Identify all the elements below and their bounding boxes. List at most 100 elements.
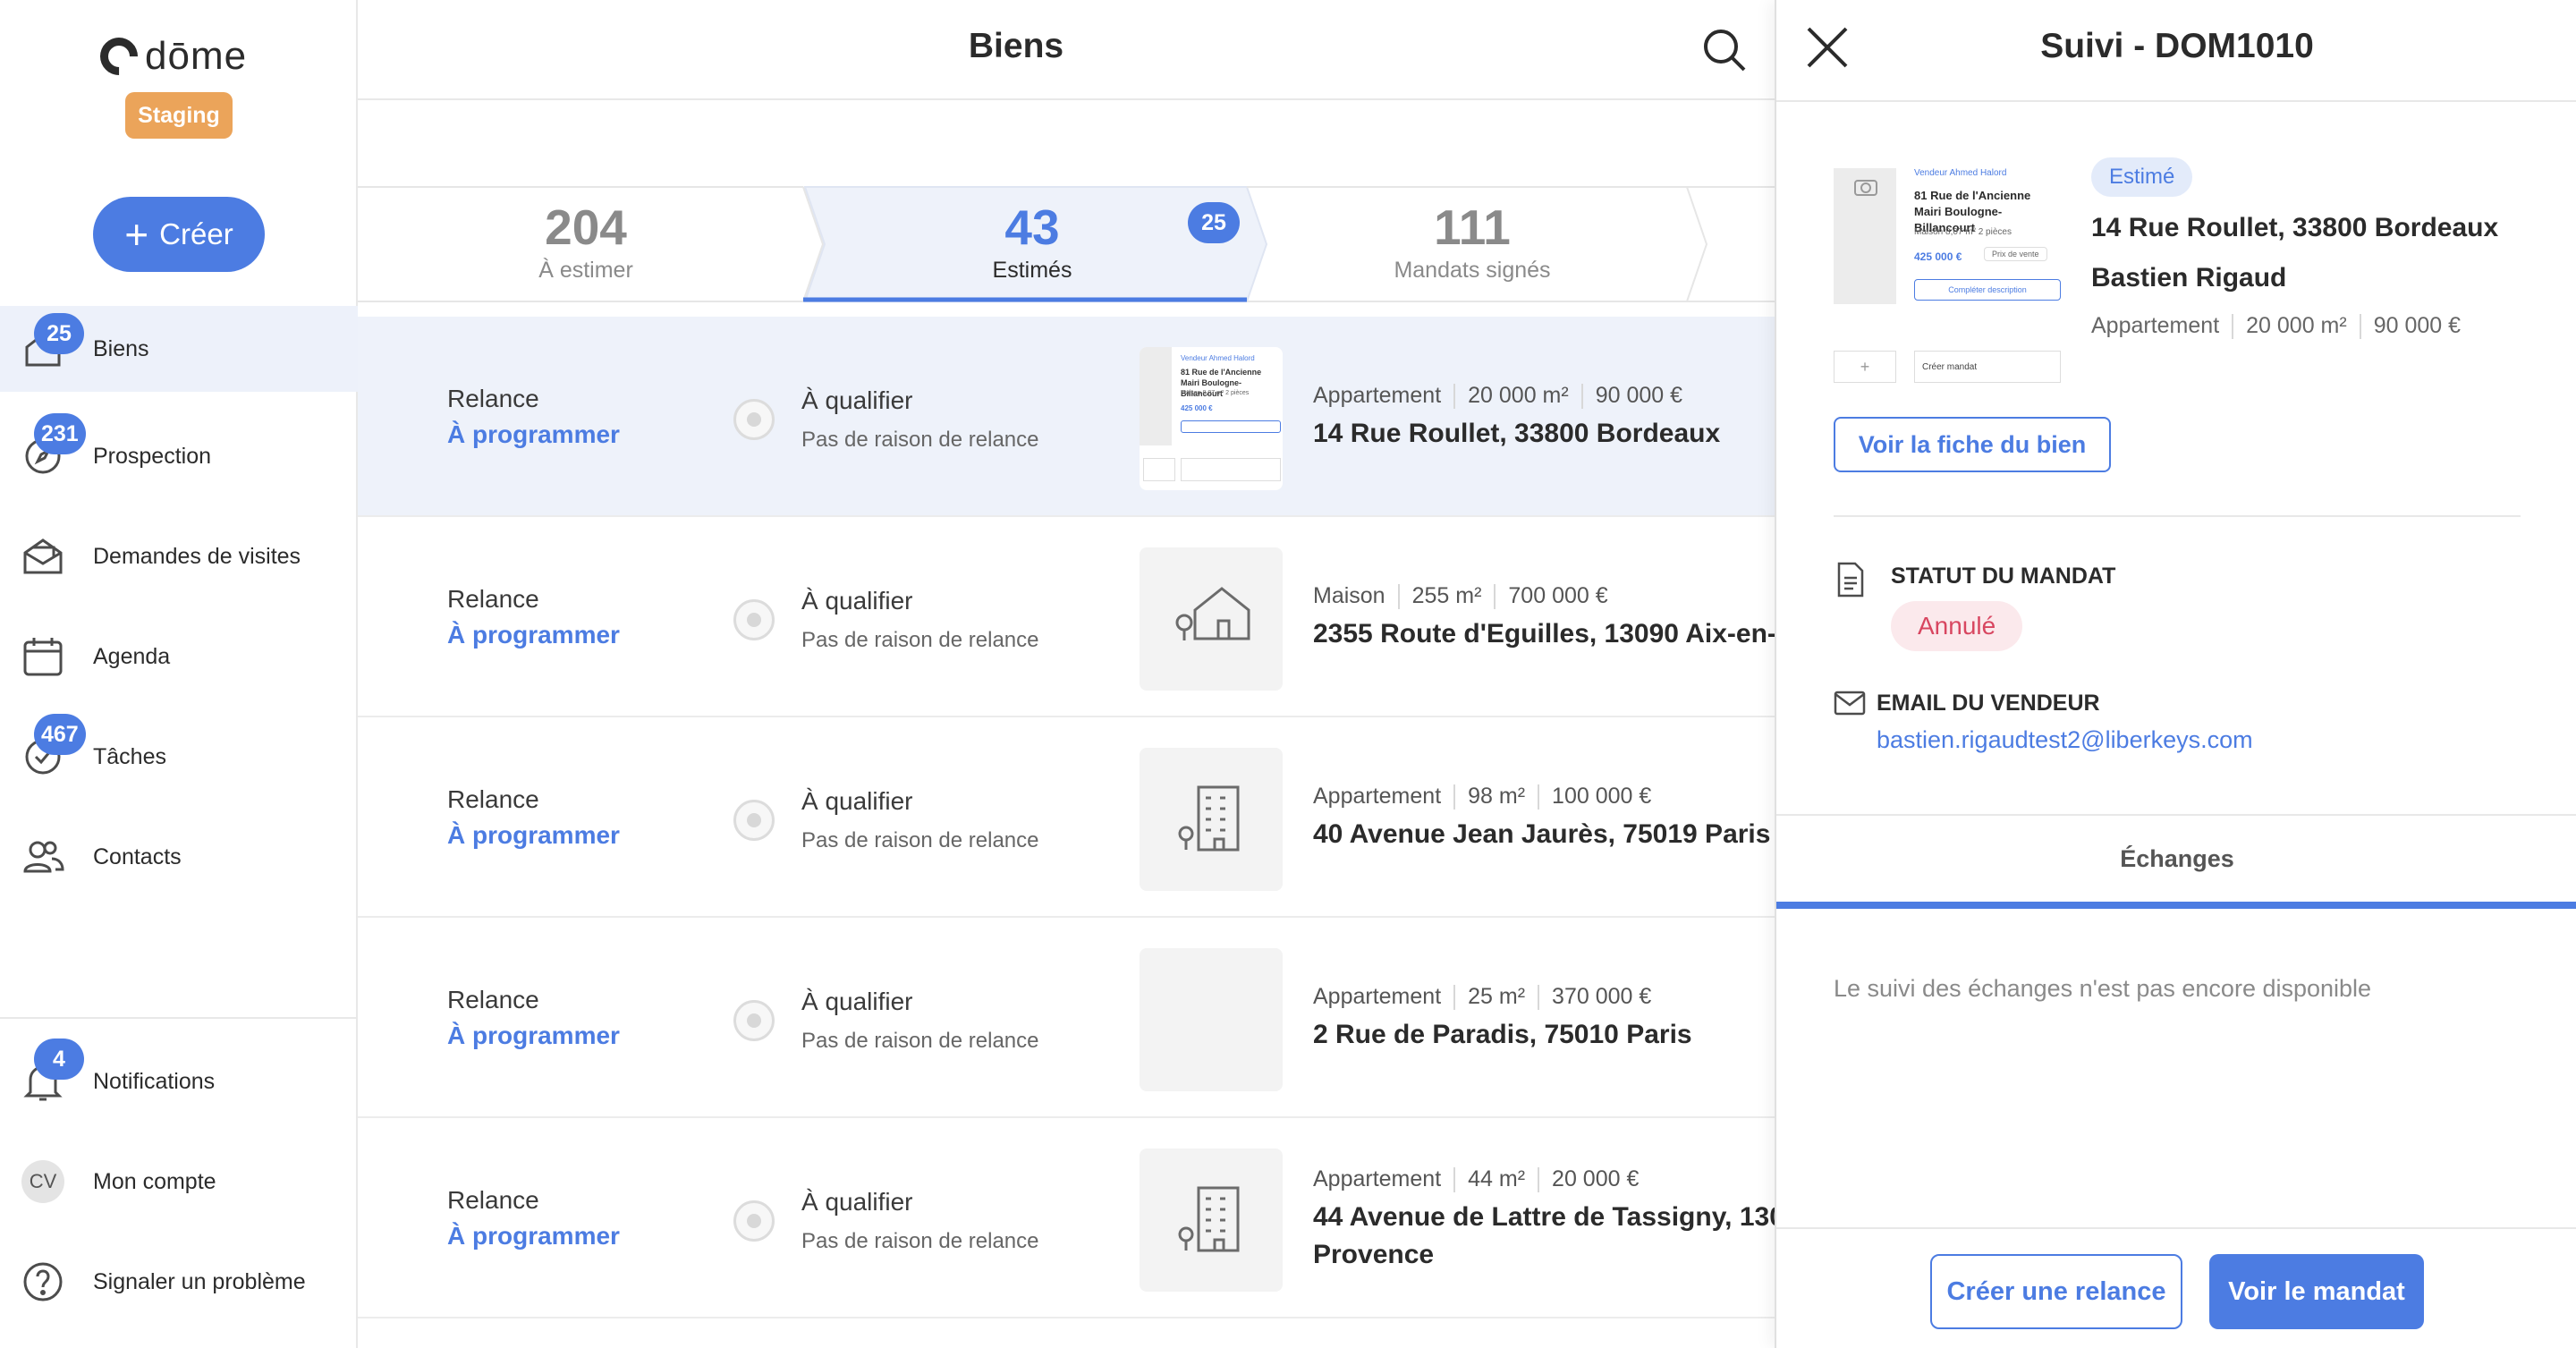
- tab-count: 111: [1434, 199, 1511, 255]
- tab-estimes[interactable]: 43 Estimés: [805, 186, 1259, 302]
- meta-divider: [1453, 784, 1456, 810]
- tab-badge: 25: [1188, 202, 1240, 243]
- meta-divider: [1453, 1167, 1456, 1193]
- property-thumbnail[interactable]: [1140, 748, 1283, 891]
- property-meta: Appartement 20 000 m² 90 000 €: [2091, 313, 2462, 340]
- qualify-label: À qualifier: [801, 787, 913, 815]
- mini-add-box: [1143, 458, 1175, 481]
- relance-link[interactable]: À programmer: [447, 621, 620, 649]
- qualify-label: À qualifier: [801, 587, 913, 615]
- qualify-radio[interactable]: [733, 1200, 775, 1242]
- list-item[interactable]: Relance À programmer À qualifier Pas de …: [358, 717, 1775, 918]
- list-item[interactable]: Relance À programmer À qualifier Pas de …: [358, 918, 1775, 1118]
- relance-label: Relance: [447, 986, 539, 1013]
- property-meta: Maison 255 m² 700 000 €: [1313, 583, 1608, 610]
- view-mandate-button[interactable]: Voir le mandat: [2209, 1254, 2424, 1329]
- main-header: Biens: [358, 0, 1775, 100]
- property-price: 90 000 €: [2373, 313, 2462, 338]
- logo[interactable]: dōme: [92, 30, 247, 83]
- mini-create-box: [1181, 458, 1281, 481]
- mini-complete-box: [1181, 420, 1281, 433]
- meta-divider: [2359, 314, 2361, 340]
- qualify-sub: Pas de raison de relance: [801, 628, 1039, 652]
- mini-details: Maison 8,07 m² 2 pièces: [1181, 390, 1250, 396]
- logo-mark-icon: [92, 30, 146, 83]
- sidebar-item-label: Tâches: [93, 743, 166, 769]
- property-type: Appartement: [2091, 313, 2220, 338]
- property-thumbnail[interactable]: [1140, 948, 1283, 1091]
- sidebar: dōme Staging + Créer 25 Biens 231 Prospe…: [0, 0, 358, 1348]
- people-icon: [23, 841, 64, 873]
- building-placeholder-icon: [1178, 1186, 1240, 1252]
- list-item[interactable]: Relance À programmer À qualifier Pas de …: [358, 1118, 1814, 1318]
- sidebar-item-prospection[interactable]: 231 Prospection: [0, 406, 358, 506]
- sidebar-item-notifications[interactable]: 4 Notifications: [0, 1031, 358, 1132]
- qualify-radio[interactable]: [733, 800, 775, 841]
- create-button[interactable]: + Créer: [93, 197, 265, 272]
- property-price: 700 000 €: [1508, 583, 1608, 608]
- mail-icon: [1834, 691, 1866, 716]
- sidebar-item-contacts[interactable]: Contacts: [0, 807, 358, 907]
- meta-divider: [2232, 314, 2234, 340]
- list-item[interactable]: Relance À programmer À qualifier Pas de …: [358, 517, 1805, 717]
- photo-placeholder: [1834, 168, 1896, 304]
- nav-badge: 467: [34, 714, 86, 755]
- nav-badge: 4: [34, 1039, 84, 1080]
- view-property-button[interactable]: Voir la fiche du bien: [1834, 417, 2111, 472]
- qualify-label: À qualifier: [801, 386, 913, 414]
- tab-active-indicator: [1776, 902, 2576, 909]
- qualify-label: À qualifier: [801, 1188, 913, 1216]
- mini-vendor: Vendeur Ahmed Halord: [1181, 354, 1255, 362]
- relance-link[interactable]: À programmer: [447, 1222, 620, 1251]
- property-thumbnail[interactable]: [1140, 547, 1283, 691]
- property-meta: Appartement 25 m² 370 000 €: [1313, 984, 1651, 1011]
- panel-title: Suivi - DOM1010: [2040, 27, 2314, 65]
- tab-a-estimer[interactable]: 204 À estimer: [358, 186, 814, 302]
- camera-icon: [1854, 180, 1877, 196]
- seller-email-link[interactable]: bastien.rigaudtest2@liberkeys.com: [1877, 726, 2253, 754]
- owner-name: Bastien Rigaud: [2091, 263, 2287, 292]
- qualify-sub: Pas de raison de relance: [801, 1229, 1039, 1253]
- sidebar-item-label: Prospection: [93, 443, 212, 469]
- property-preview[interactable]: Vendeur Ahmed Halord 81 Rue de l'Ancienn…: [1834, 168, 2061, 386]
- qualify-radio[interactable]: [733, 1000, 775, 1041]
- meta-divider: [1453, 985, 1456, 1011]
- sidebar-item-mon-compte[interactable]: CV Mon compte: [0, 1132, 358, 1232]
- qualify-radio[interactable]: [733, 399, 775, 440]
- property-thumbnail[interactable]: [1140, 1149, 1283, 1292]
- relance-link[interactable]: À programmer: [447, 420, 620, 449]
- photo-placeholder: [1140, 347, 1172, 445]
- qualify-sub: Pas de raison de relance: [801, 428, 1039, 452]
- meta-divider: [1538, 1167, 1540, 1193]
- search-icon[interactable]: [1699, 25, 1750, 75]
- list-item[interactable]: Relance À programmer À qualifier Pas de …: [358, 317, 1775, 517]
- tab-mandats-signes[interactable]: 111 Mandats signés: [1247, 186, 1698, 302]
- mini-complete-button: Compléter description: [1914, 279, 2061, 301]
- relance-link[interactable]: À programmer: [447, 821, 620, 850]
- document-preview: Vendeur Ahmed Halord 81 Rue de l'Ancienn…: [1140, 347, 1283, 490]
- create-relance-button[interactable]: Créer une relance: [1930, 1254, 2182, 1329]
- property-meta: Appartement 20 000 m² 90 000 €: [1313, 383, 1682, 410]
- sidebar-item-agenda[interactable]: Agenda: [0, 606, 358, 707]
- relance-label: Relance: [447, 1186, 539, 1214]
- nav-divider: [0, 1017, 358, 1019]
- tab-echanges[interactable]: Échanges: [1776, 814, 2576, 903]
- property-surface: 44 m²: [1468, 1166, 1526, 1191]
- sidebar-item-biens[interactable]: 25 Biens: [0, 306, 358, 392]
- qualify-radio[interactable]: [733, 599, 775, 640]
- property-thumbnail[interactable]: Vendeur Ahmed Halord 81 Rue de l'Ancienn…: [1140, 347, 1283, 490]
- document-icon: [1837, 562, 1864, 598]
- question-icon: [23, 1262, 63, 1301]
- sidebar-item-taches[interactable]: 467 Tâches: [0, 707, 358, 807]
- avatar: CV: [21, 1160, 64, 1203]
- sidebar-item-signaler[interactable]: Signaler un problème: [0, 1232, 358, 1332]
- property-address-line2: Provence: [1313, 1240, 1435, 1269]
- mini-vendor: Vendeur Ahmed Halord: [1914, 168, 2007, 178]
- sidebar-item-demandes-visites[interactable]: Demandes de visites: [0, 506, 358, 606]
- main-content: Biens 204 À estimer 43 Estimés 25 111 Ma…: [358, 0, 1814, 1348]
- empty-state-text: Le suivi des échanges n'est pas encore d…: [1834, 975, 2372, 1002]
- divider: [1834, 515, 2521, 517]
- relance-link[interactable]: À programmer: [447, 1022, 620, 1050]
- building-placeholder-icon: [1178, 785, 1240, 852]
- app-root: dōme Staging + Créer 25 Biens 231 Prospe…: [0, 0, 2576, 1348]
